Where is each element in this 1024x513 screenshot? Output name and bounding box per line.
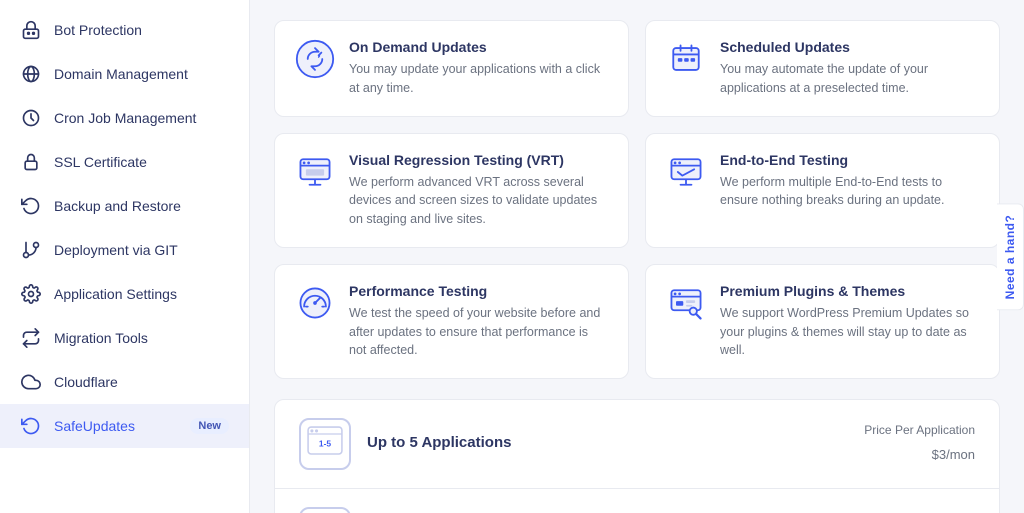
backup-icon xyxy=(20,195,42,217)
sidebar-item-label-bot-protection: Bot Protection xyxy=(54,22,229,38)
pricing-price-up-to-5: $3/mon xyxy=(864,439,975,465)
lock-icon xyxy=(20,151,42,173)
sidebar-item-app-settings[interactable]: Application Settings xyxy=(0,272,249,316)
pricing-per-app-up-to-5: Price Per Application xyxy=(864,423,975,437)
end-to-end-title: End-to-End Testing xyxy=(720,152,979,168)
sidebar-item-bot-protection[interactable]: Bot Protection xyxy=(0,8,249,52)
svg-text:1-5: 1-5 xyxy=(319,438,332,448)
vrt-desc: We perform advanced VRT across several d… xyxy=(349,173,608,229)
end-to-end-icon xyxy=(666,152,706,192)
sidebar-item-label-domain-management: Domain Management xyxy=(54,66,229,82)
on-demand-updates-title: On Demand Updates xyxy=(349,39,608,55)
sidebar-item-backup-restore[interactable]: Backup and Restore xyxy=(0,184,249,228)
pricing-title-up-to-5: Up to 5 Applications xyxy=(367,434,848,451)
performance-testing-icon xyxy=(295,283,335,323)
sidebar-item-label-ssl-certificate: SSL Certificate xyxy=(54,154,229,170)
vrt-icon xyxy=(295,152,335,192)
scheduled-updates-desc: You may automate the update of your appl… xyxy=(720,60,979,98)
pricing-per-unit-up-to-5: /mon xyxy=(946,447,975,462)
premium-plugins-icon xyxy=(666,283,706,323)
performance-testing-body: Performance Testing We test the speed of… xyxy=(349,283,608,360)
on-demand-updates-icon xyxy=(295,39,335,79)
sidebar-item-migration-tools[interactable]: Migration Tools xyxy=(0,316,249,360)
card-performance-testing: Performance Testing We test the speed of… xyxy=(274,264,629,379)
on-demand-updates-body: On Demand Updates You may update your ap… xyxy=(349,39,608,98)
sidebar-item-ssl-certificate[interactable]: SSL Certificate xyxy=(0,140,249,184)
performance-testing-title: Performance Testing xyxy=(349,283,608,299)
new-badge: New xyxy=(190,418,229,434)
card-premium-plugins: Premium Plugins & Themes We support Word… xyxy=(645,264,1000,379)
premium-plugins-title: Premium Plugins & Themes xyxy=(720,283,979,299)
pricing-section: 1-5 Up to 5 Applications Price Per Appli… xyxy=(274,399,1000,513)
scheduled-updates-body: Scheduled Updates You may automate the u… xyxy=(720,39,979,98)
gear-icon xyxy=(20,283,42,305)
pricing-row-up-to-5: 1-5 Up to 5 Applications Price Per Appli… xyxy=(275,400,999,488)
safeupdates-icon xyxy=(20,415,42,437)
sidebar-item-label-deployment-git: Deployment via GIT xyxy=(54,242,229,258)
premium-plugins-body: Premium Plugins & Themes We support Word… xyxy=(720,283,979,360)
sidebar-item-label-migration-tools: Migration Tools xyxy=(54,330,229,346)
migration-icon xyxy=(20,327,42,349)
card-scheduled-updates: Scheduled Updates You may automate the u… xyxy=(645,20,1000,117)
vrt-title: Visual Regression Testing (VRT) xyxy=(349,152,608,168)
scheduled-updates-icon xyxy=(666,39,706,79)
sidebar-item-label-safe-updates: SafeUpdates xyxy=(54,418,178,434)
sidebar-item-domain-management[interactable]: Domain Management xyxy=(0,52,249,96)
end-to-end-body: End-to-End Testing We perform multiple E… xyxy=(720,152,979,211)
sidebar-item-label-cron-job: Cron Job Management xyxy=(54,110,229,126)
sidebar-item-cron-job[interactable]: Cron Job Management xyxy=(0,96,249,140)
git-icon xyxy=(20,239,42,261)
feature-cards-grid: On Demand Updates You may update your ap… xyxy=(274,20,1000,379)
pricing-price-value-up-to-5: $3 xyxy=(932,447,946,462)
end-to-end-desc: We perform multiple End-to-End tests to … xyxy=(720,173,979,211)
sidebar: Bot Protection Domain Management Cron Jo… xyxy=(0,0,250,513)
cloudflare-icon xyxy=(20,371,42,393)
pricing-amount-up-to-5: Price Per Application $3/mon xyxy=(864,423,975,465)
bot-icon xyxy=(20,19,42,41)
card-on-demand-updates: On Demand Updates You may update your ap… xyxy=(274,20,629,117)
sidebar-item-safe-updates[interactable]: SafeUpdates New xyxy=(0,404,249,448)
pricing-row-6-plus: 6 6+ Applications Save an extra $1 when … xyxy=(275,488,999,513)
vrt-body: Visual Regression Testing (VRT) We perfo… xyxy=(349,152,608,229)
main-content: On Demand Updates You may update your ap… xyxy=(250,0,1024,513)
premium-plugins-desc: We support WordPress Premium Updates so … xyxy=(720,304,979,360)
on-demand-updates-desc: You may update your applications with a … xyxy=(349,60,608,98)
sidebar-item-label-cloudflare: Cloudflare xyxy=(54,374,229,390)
sidebar-item-label-backup-restore: Backup and Restore xyxy=(54,198,229,214)
pricing-info-up-to-5: Up to 5 Applications xyxy=(367,434,848,454)
globe-icon xyxy=(20,63,42,85)
pricing-icon-6-plus: 6 xyxy=(299,507,351,513)
performance-testing-desc: We test the speed of your website before… xyxy=(349,304,608,360)
card-vrt: Visual Regression Testing (VRT) We perfo… xyxy=(274,133,629,248)
card-end-to-end: End-to-End Testing We perform multiple E… xyxy=(645,133,1000,248)
sidebar-item-label-app-settings: Application Settings xyxy=(54,286,229,302)
pricing-icon-up-to-5: 1-5 xyxy=(299,418,351,470)
need-hand-tab[interactable]: Need a hand? xyxy=(997,203,1024,310)
scheduled-updates-title: Scheduled Updates xyxy=(720,39,979,55)
clock-icon xyxy=(20,107,42,129)
sidebar-item-cloudflare[interactable]: Cloudflare xyxy=(0,360,249,404)
sidebar-item-deployment-git[interactable]: Deployment via GIT xyxy=(0,228,249,272)
